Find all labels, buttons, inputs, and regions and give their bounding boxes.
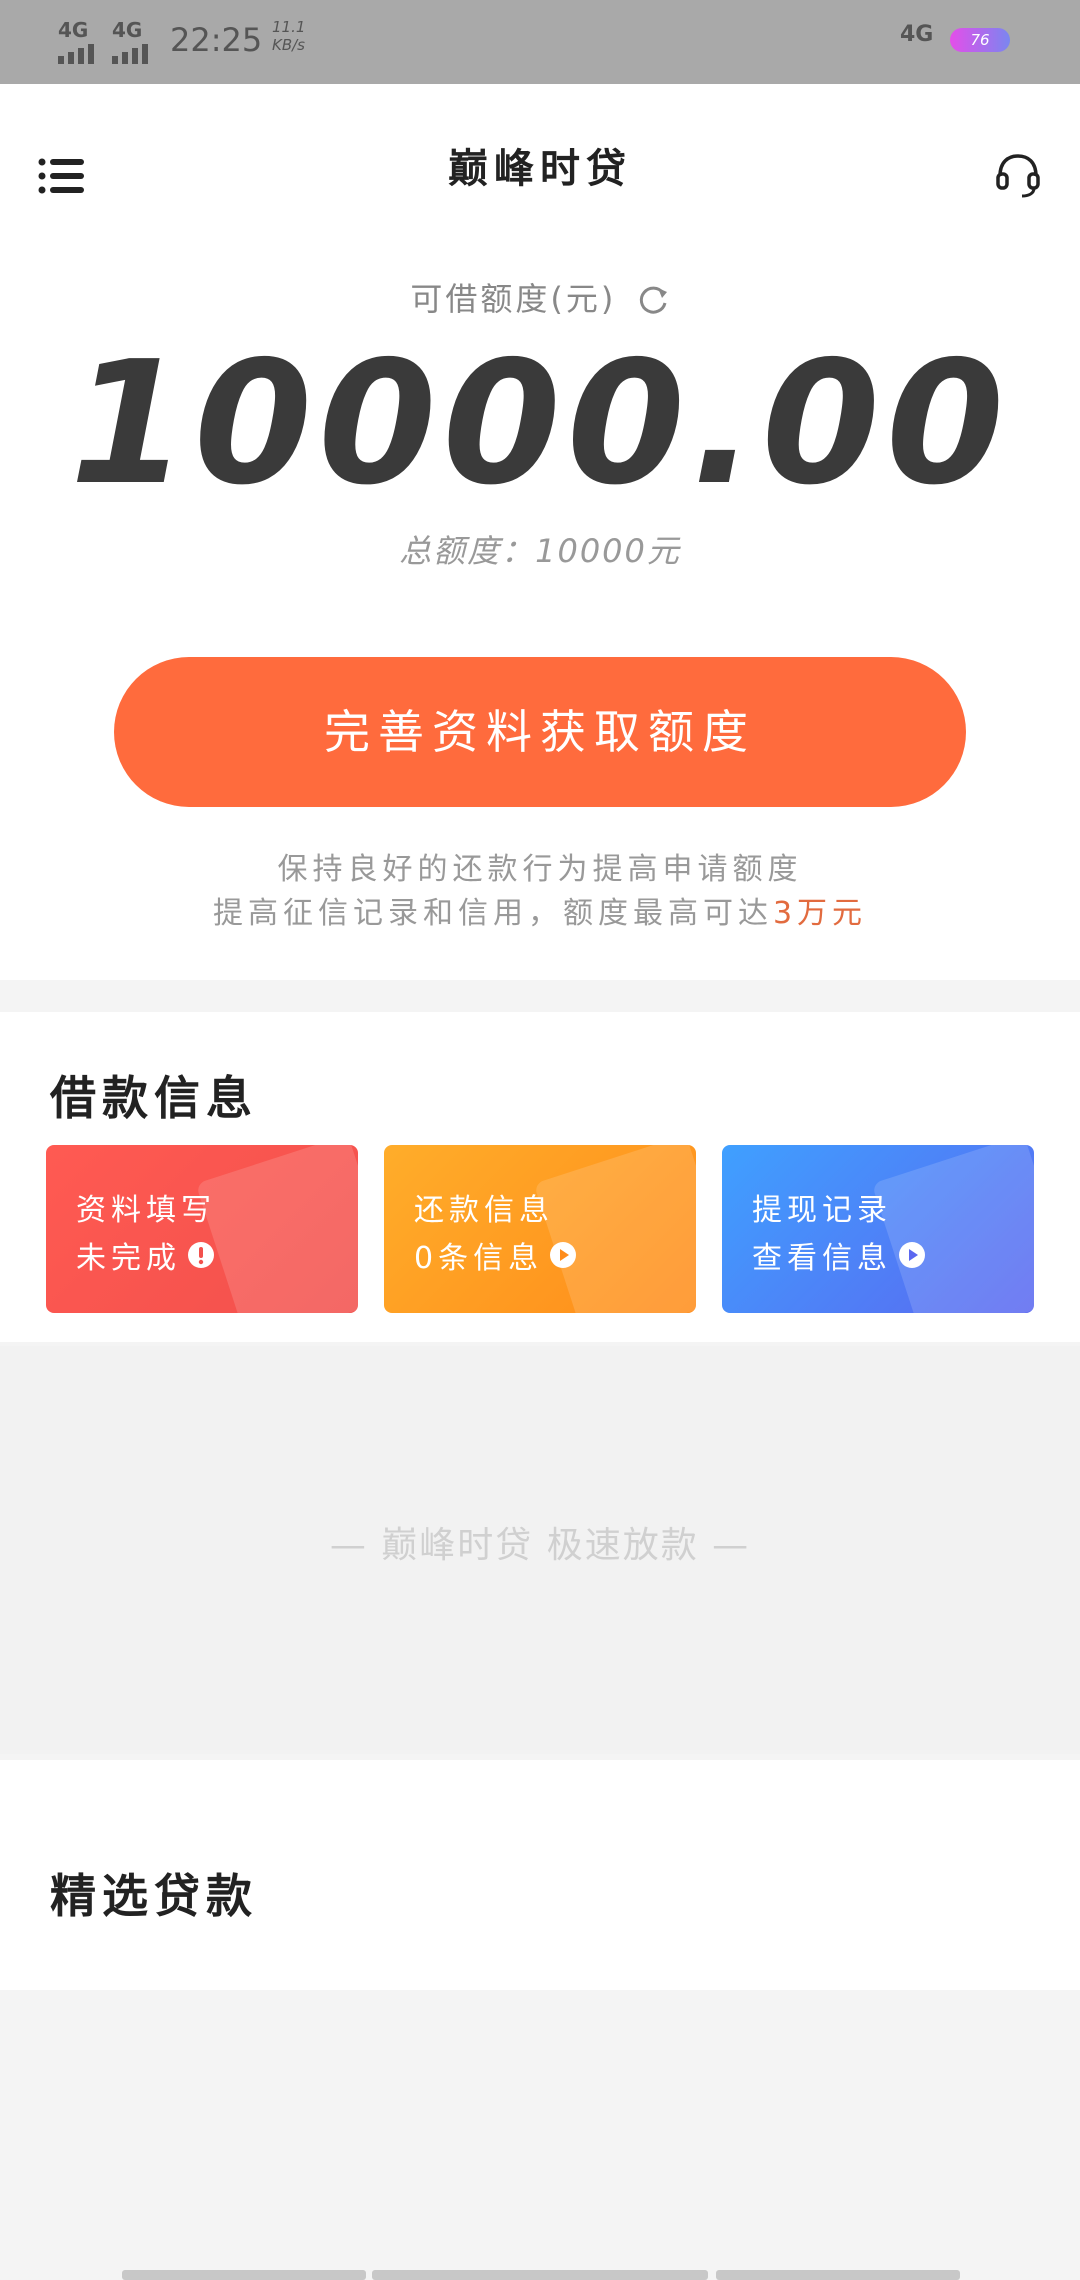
tip-line-2-text: 提高征信记录和信用，额度最高可达 [212, 896, 773, 931]
card-status-text: 0条信息 [414, 1241, 544, 1276]
network-speed: 11.1 KB/s [272, 18, 305, 54]
play-circle-icon [550, 1242, 577, 1268]
play-circle-icon [899, 1242, 925, 1268]
list-item[interactable] [122, 2270, 366, 2280]
page-title: 巅峰时贷 [448, 145, 632, 192]
document-illustration [533, 1145, 696, 1313]
tip-line-1: 保持良好的还款行为提高申请额度 [277, 852, 803, 887]
card-illustration [871, 1145, 1034, 1313]
featured-loans-section: 精选贷款 [0, 1760, 1080, 1990]
available-credit-text: 可借额度(元) [410, 280, 617, 318]
section-title: 借款信息 [50, 1071, 258, 1125]
card-title: 提现记录 [752, 1193, 892, 1228]
total-credit: 总额度：10000元 [399, 532, 681, 570]
max-credit-highlight: 3万元 [772, 896, 868, 931]
card-status-text: 未完成 [76, 1241, 181, 1276]
battery-indicator: 76 [950, 28, 1010, 52]
available-credit-label: 可借额度(元) [0, 274, 1080, 320]
network-type-label: 4G [58, 18, 89, 42]
status-bar: 4G 4G 22:25 11.1 KB/s 4G 76 [0, 0, 1080, 84]
speed-unit: KB/s [272, 36, 305, 54]
withdrawal-card[interactable]: 提现记录 查看信息 [722, 1145, 1034, 1313]
card-status: 未完成 [76, 1233, 215, 1277]
signal-indicator-2: 4G [112, 20, 148, 64]
credit-section: 巅峰时贷 可借额度(元) 10000.00 总额度：10000元 完善资料获取额… [0, 84, 1080, 980]
exclamation-icon [188, 1242, 214, 1268]
card-status: 0条信息 [414, 1233, 577, 1277]
profile-card[interactable]: 资料填写 未完成 [46, 1145, 358, 1313]
card-title: 还款信息 [414, 1193, 554, 1228]
signal-bars-icon [112, 42, 148, 64]
speed-value: 11.1 [272, 18, 306, 36]
network-type-label: 4G [112, 18, 143, 42]
signal-indicator-1: 4G [58, 20, 94, 64]
available-amount: 10000.00 [69, 325, 1011, 523]
document-illustration [195, 1145, 358, 1313]
borrow-info-section: 借款信息 资料填写 未完成 还款信息 0条信息 提现记录 查看信息 [0, 1012, 1080, 1342]
card-status: 查看信息 [752, 1233, 926, 1277]
repayment-card[interactable]: 还款信息 0条信息 [384, 1145, 696, 1313]
list-item[interactable] [372, 2270, 708, 2280]
list-item[interactable] [716, 2270, 960, 2280]
banner-text: — 巅峰时贷 极速放款 — [329, 1525, 751, 1566]
card-title: 资料填写 [76, 1193, 216, 1228]
network-type-right: 4G [900, 22, 934, 47]
card-status-text: 查看信息 [752, 1241, 892, 1276]
section-title: 精选贷款 [50, 1869, 258, 1923]
signal-bars-icon [58, 42, 94, 64]
tip-line-2: 提高征信记录和信用，额度最高可达3万元 [0, 888, 1080, 932]
featured-loans-list [0, 1992, 1080, 2280]
clock: 22:25 [170, 21, 263, 59]
headset-icon[interactable] [994, 150, 1042, 198]
refresh-icon[interactable] [636, 284, 670, 318]
promo-banner[interactable]: — 巅峰时贷 极速放款 — [0, 1346, 1080, 1754]
complete-profile-button[interactable]: 完善资料获取额度 [114, 657, 966, 807]
